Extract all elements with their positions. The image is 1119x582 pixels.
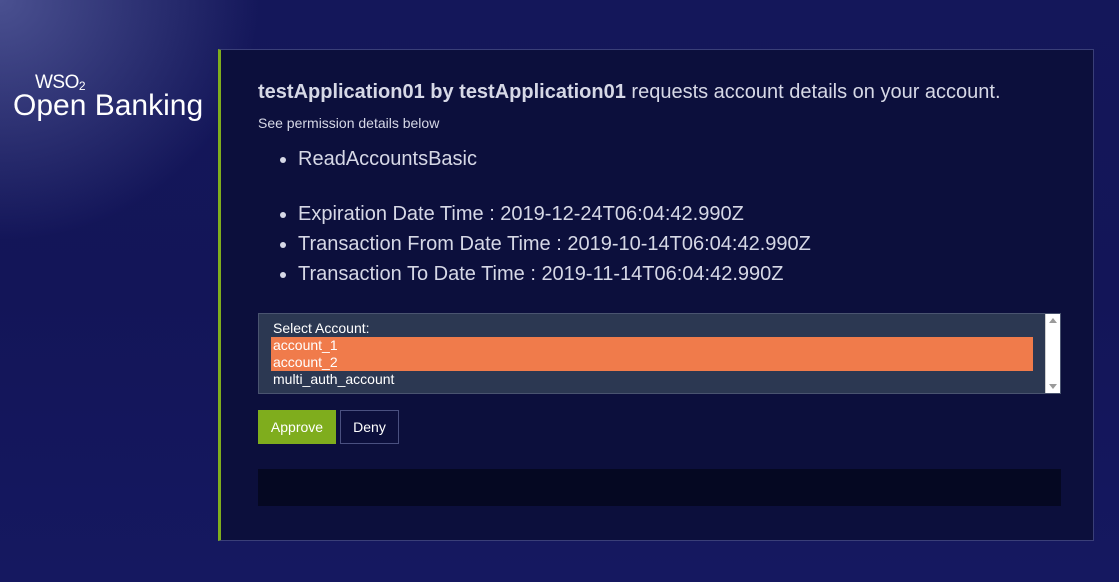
consent-panel: testApplication01 by testApplication01 r… <box>218 49 1094 541</box>
account-select-list[interactable]: Select Account: account_1 account_2 mult… <box>258 313 1061 394</box>
permission-hint: See permission details below <box>258 115 440 131</box>
approve-button[interactable]: Approve <box>258 410 336 444</box>
wso2-open-banking-logo: WSO2 Open Banking <box>13 72 213 128</box>
transaction-to-date-item: Transaction To Date Time : 2019-11-14T06… <box>298 259 811 289</box>
date-details-list: Expiration Date Time : 2019-12-24T06:04:… <box>258 199 811 289</box>
requesting-application: testApplication01 by testApplication01 <box>258 81 626 103</box>
footer-bar <box>258 469 1061 506</box>
account-option-multi-auth-account[interactable]: multi_auth_account <box>271 371 1033 388</box>
request-text: requests account details on your account… <box>625 81 1001 103</box>
permissions-list: ReadAccountsBasic <box>258 144 477 174</box>
expiration-date-item: Expiration Date Time : 2019-12-24T06:04:… <box>298 199 811 229</box>
select-account-label: Select Account: <box>273 320 370 336</box>
scroll-up-arrow-icon[interactable] <box>1049 318 1057 323</box>
logo-brand-text: Open Banking <box>13 89 204 122</box>
deny-button[interactable]: Deny <box>340 410 399 444</box>
scroll-down-arrow-icon[interactable] <box>1049 384 1057 389</box>
transaction-from-date-item: Transaction From Date Time : 2019-10-14T… <box>298 229 811 259</box>
select-scrollbar[interactable] <box>1045 314 1060 393</box>
account-option-account-1[interactable]: account_1 <box>271 337 1033 354</box>
consent-request-heading: testApplication01 by testApplication01 r… <box>258 80 1001 104</box>
account-option-account-2[interactable]: account_2 <box>271 354 1033 371</box>
permission-item: ReadAccountsBasic <box>298 144 477 174</box>
